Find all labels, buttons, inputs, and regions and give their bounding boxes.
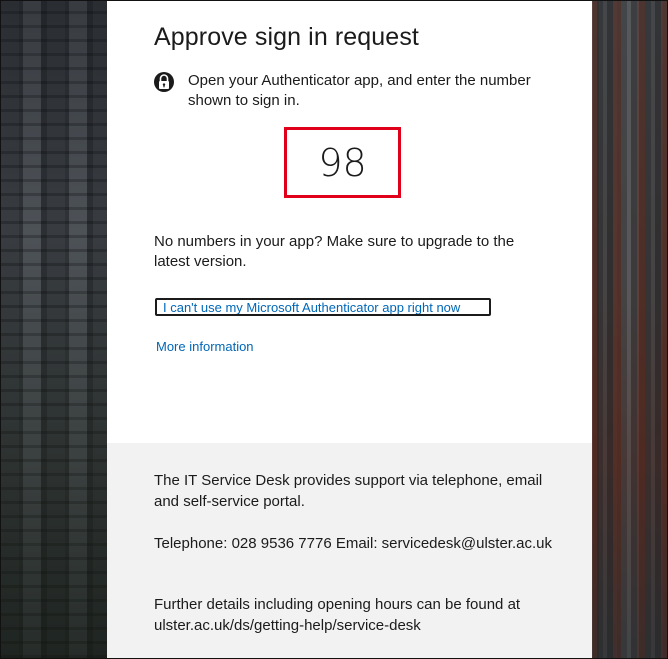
screenshot-frame: Approve sign in request Open your Authen… xyxy=(0,0,668,659)
sign-in-number-box: 98 xyxy=(284,127,401,198)
no-numbers-note: No numbers in your app? Make sure to upg… xyxy=(154,233,515,270)
support-text: The IT Service Desk provides support via… xyxy=(154,472,543,510)
sign-in-panel: Approve sign in request Open your Authen… xyxy=(107,1,592,658)
authenticator-instruction: Open your Authenticator app, and enter t… xyxy=(188,72,531,109)
page-title: Approve sign in request xyxy=(154,23,419,51)
contact-text: Telephone: 028 9536 7776 Email: serviced… xyxy=(154,535,552,552)
background-left xyxy=(1,1,107,658)
lock-icon xyxy=(154,71,174,93)
more-information-link[interactable]: More information xyxy=(156,339,254,354)
sign-in-number: 98 xyxy=(318,140,367,185)
support-footer: The IT Service Desk provides support via… xyxy=(107,443,592,658)
background-right xyxy=(589,1,667,658)
cant-use-authenticator-link[interactable]: I can't use my Microsoft Authenticator a… xyxy=(155,298,491,316)
details-text: Further details including opening hours … xyxy=(154,596,521,634)
